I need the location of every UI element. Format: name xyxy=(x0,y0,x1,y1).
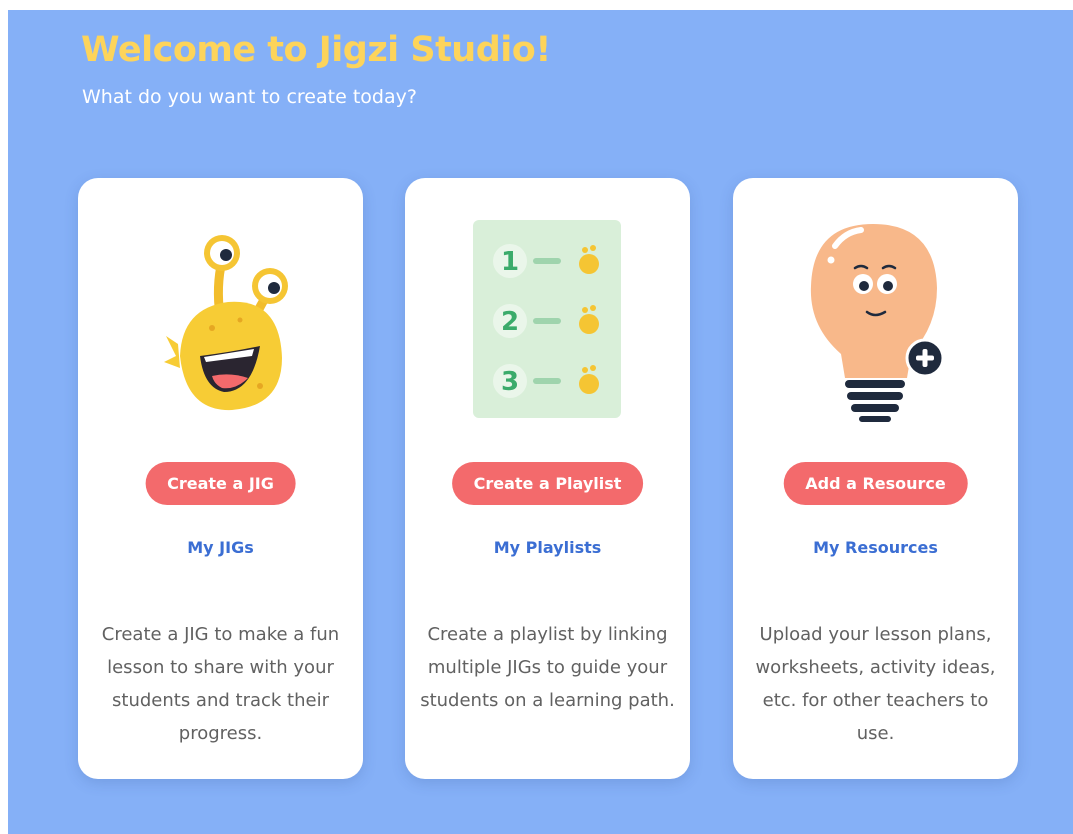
my-resources-link[interactable]: My Resources xyxy=(733,538,1018,557)
studio-home: Welcome to Jigzi Studio! What do you wan… xyxy=(8,10,1073,834)
create-jig-description: Create a JIG to make a fun lesson to sha… xyxy=(101,624,340,744)
create-playlist-description: Create a playlist by linking multiple JI… xyxy=(420,624,675,711)
numbered-list-icon: 1 2 3 xyxy=(447,216,647,426)
create-jig-button[interactable]: Create a JIG xyxy=(145,462,296,505)
page-title: Welcome to Jigzi Studio! xyxy=(81,30,551,70)
create-jig-card: Create a JIG My JIGs Create a JIG to mak… xyxy=(78,178,363,779)
create-playlist-button[interactable]: Create a Playlist xyxy=(451,462,644,505)
add-resource-card: Add a Resource My Resources Upload your … xyxy=(733,178,1018,779)
lightbulb-plus-icon xyxy=(775,216,975,426)
my-playlists-link[interactable]: My Playlists xyxy=(405,538,690,557)
create-playlist-card: 1 2 3 Create a Playlist My Playlists Cre… xyxy=(405,178,690,779)
list-number-3: 3 xyxy=(501,367,519,397)
monster-icon xyxy=(120,216,320,426)
page-subtitle: What do you want to create today? xyxy=(82,86,417,108)
list-number-1: 1 xyxy=(501,247,519,277)
add-resource-button[interactable]: Add a Resource xyxy=(783,462,968,505)
list-number-2: 2 xyxy=(501,307,519,337)
my-jigs-link[interactable]: My JIGs xyxy=(78,538,363,557)
add-resource-description: Upload your lesson plans, worksheets, ac… xyxy=(755,624,996,744)
